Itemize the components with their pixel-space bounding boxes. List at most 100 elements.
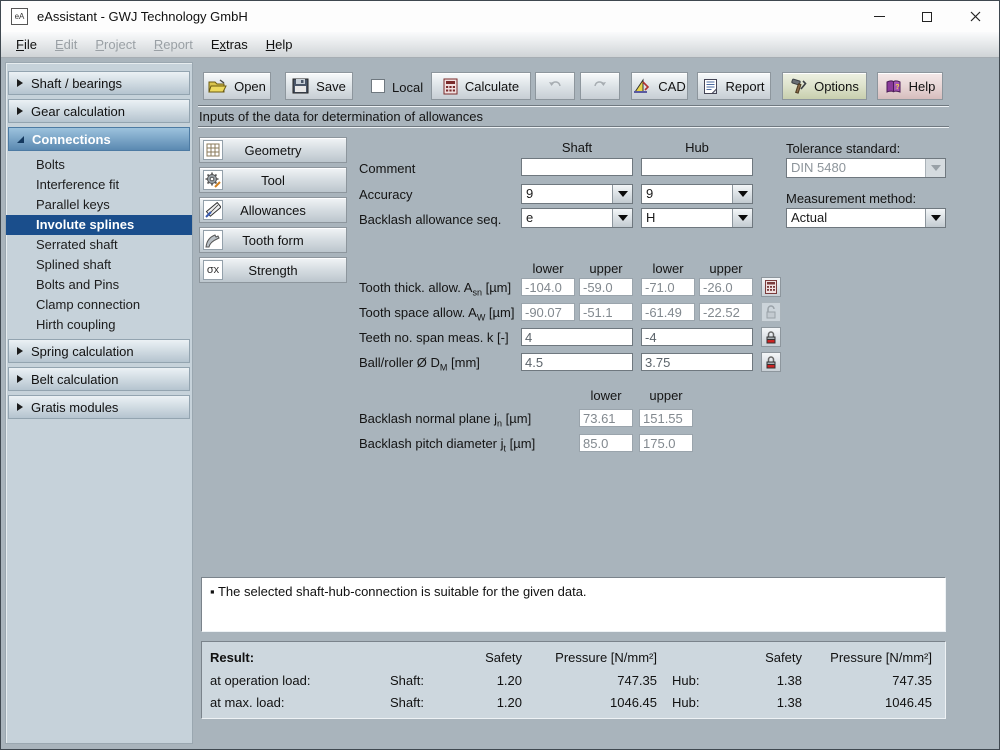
strength-sigma-icon: σx bbox=[203, 260, 223, 280]
save-button[interactable]: Save bbox=[285, 72, 353, 100]
accuracy-label: Accuracy bbox=[359, 187, 413, 202]
menu-help[interactable]: Help bbox=[257, 34, 302, 55]
ball-roller-hub-field[interactable] bbox=[641, 353, 753, 371]
measurement-method-select[interactable]: Actual bbox=[786, 208, 946, 228]
sidebar-item-interference-fit[interactable]: Interference fit bbox=[6, 175, 192, 195]
result-shaft-label: Shaft: bbox=[390, 673, 424, 688]
divider bbox=[198, 105, 949, 107]
result-title: Result: bbox=[210, 650, 255, 665]
sidebar-item-serrated-shaft[interactable]: Serrated shaft bbox=[6, 235, 192, 255]
tooth-space-unlocked-button[interactable] bbox=[761, 302, 781, 322]
maximize-icon bbox=[922, 11, 932, 22]
calculate-button[interactable]: Calculate bbox=[431, 72, 531, 100]
sidebar-item-splined-shaft[interactable]: Splined shaft bbox=[6, 255, 192, 275]
accuracy-shaft-select[interactable]: 9 bbox=[521, 184, 633, 204]
app-window: eA eAssistant - GWJ Technology GmbH File… bbox=[0, 0, 1000, 750]
safety-header-shaft: Safety bbox=[485, 650, 522, 665]
result-hub-label: Hub: bbox=[672, 673, 700, 688]
tooth-space-lower-hub-field bbox=[641, 303, 695, 321]
tooth-space-allow-label: Tooth space allow. AW [µm] bbox=[359, 305, 515, 323]
teeth-span-shaft-field[interactable] bbox=[521, 328, 633, 346]
measurement-method-label: Measurement method: bbox=[786, 191, 917, 206]
comment-hub-input[interactable] bbox=[641, 158, 753, 176]
strength-button[interactable]: σx Strength bbox=[199, 257, 347, 283]
chevron-down-icon bbox=[925, 209, 945, 227]
chevron-down-icon bbox=[612, 209, 632, 227]
tool-button[interactable]: Tool bbox=[199, 167, 347, 193]
backlash-pitch-diameter-label: Backlash pitch diameter jt [µm] bbox=[359, 436, 536, 454]
report-document-icon bbox=[704, 78, 718, 94]
teeth-span-hub-field[interactable] bbox=[641, 328, 753, 346]
tolerance-standard-select: DIN 5480 bbox=[786, 158, 946, 178]
sidebar-item-parallel-keys[interactable]: Parallel keys bbox=[6, 195, 192, 215]
calculator-icon bbox=[443, 78, 458, 94]
sidebar-item-bolts[interactable]: Bolts bbox=[6, 155, 192, 175]
local-checkbox-label: Local bbox=[392, 80, 424, 95]
accuracy-hub-select[interactable]: 9 bbox=[641, 184, 753, 204]
local-checkbox[interactable] bbox=[371, 79, 385, 93]
lock-closed-icon bbox=[766, 356, 776, 369]
sidebar-item-clamp-connection[interactable]: Clamp connection bbox=[6, 295, 192, 315]
backlash-pitch-lower-field bbox=[579, 434, 633, 452]
title-bar: eA eAssistant - GWJ Technology GmbH bbox=[1, 1, 999, 32]
result-safety-value: 1.38 bbox=[776, 673, 802, 688]
ball-roller-locked-button[interactable] bbox=[761, 352, 781, 372]
tool-gear-icon bbox=[203, 170, 223, 190]
menu-project: Project bbox=[95, 37, 136, 52]
options-button[interactable]: Options bbox=[782, 72, 867, 100]
open-button[interactable]: Open bbox=[203, 72, 271, 100]
cad-button[interactable]: CAD bbox=[631, 72, 688, 100]
menu-bar: File Edit Project Report Extras Help bbox=[1, 32, 999, 58]
tooth-thick-calculator-button[interactable] bbox=[761, 277, 781, 297]
lock-closed-icon bbox=[766, 331, 776, 344]
save-floppy-icon bbox=[292, 78, 309, 94]
tooth-form-button[interactable]: Tooth form bbox=[199, 227, 347, 253]
sidebar-item-bolts-and-pins[interactable]: Bolts and Pins bbox=[6, 275, 192, 295]
teeth-span-label: Teeth no. span meas. k [-] bbox=[359, 330, 509, 345]
sidebar-section-gear-calculation[interactable]: Gear calculation bbox=[8, 99, 190, 123]
allow-header-lower-shaft: lower bbox=[532, 261, 564, 276]
tooth-thick-allow-label: Tooth thick. allow. Asn [µm] bbox=[359, 280, 512, 298]
sidebar-section-connections[interactable]: Connections bbox=[8, 127, 190, 151]
report-button[interactable]: Report bbox=[697, 72, 771, 100]
comment-shaft-input[interactable] bbox=[521, 158, 633, 176]
minimize-button[interactable] bbox=[861, 5, 897, 28]
sidebar-section-shaft-bearings[interactable]: Shaft / bearings bbox=[8, 71, 190, 95]
pressure-header-hub: Pressure [N/mm²] bbox=[830, 650, 932, 665]
chevron-right-icon bbox=[17, 375, 23, 383]
backlash-normal-upper-field bbox=[639, 409, 693, 427]
chevron-down-icon bbox=[732, 185, 752, 203]
result-row-label: at max. load: bbox=[210, 695, 285, 710]
app-icon: eA bbox=[11, 8, 28, 25]
sidebar-section-belt-calculation[interactable]: Belt calculation bbox=[8, 367, 190, 391]
geometry-button[interactable]: Geometry bbox=[199, 137, 347, 163]
sidebar-item-hirth-coupling[interactable]: Hirth coupling bbox=[6, 315, 192, 335]
backlash-seq-shaft-select[interactable]: e bbox=[521, 208, 633, 228]
backlash-seq-hub-select[interactable]: H bbox=[641, 208, 753, 228]
sidebar-section-spring-calculation[interactable]: Spring calculation bbox=[8, 339, 190, 363]
lock-open-icon bbox=[766, 305, 776, 319]
maximize-button[interactable] bbox=[909, 5, 945, 28]
chevron-down-icon bbox=[732, 209, 752, 227]
sidebar-item-involute-splines[interactable]: Involute splines bbox=[6, 215, 192, 235]
status-message: The selected shaft-hub-connection is sui… bbox=[214, 584, 587, 599]
chevron-expanded-icon bbox=[17, 135, 24, 143]
allow-header-lower-hub: lower bbox=[652, 261, 684, 276]
open-folder-icon bbox=[208, 78, 227, 92]
chevron-down-icon bbox=[612, 185, 632, 203]
tooth-form-icon bbox=[203, 230, 223, 250]
tooth-thick-lower-shaft-field bbox=[521, 278, 575, 296]
allowances-button[interactable]: Allowances bbox=[199, 197, 347, 223]
teeth-span-locked-button[interactable] bbox=[761, 327, 781, 347]
sidebar-section-gratis-modules[interactable]: Gratis modules bbox=[8, 395, 190, 419]
result-pressure-value: 747.35 bbox=[617, 673, 657, 688]
menu-file[interactable]: File bbox=[7, 34, 46, 55]
calculator-icon bbox=[765, 280, 777, 294]
options-tools-icon bbox=[791, 78, 807, 94]
result-pressure-value: 1046.45 bbox=[610, 695, 657, 710]
close-button[interactable] bbox=[957, 5, 993, 28]
result-safety-value: 1.38 bbox=[776, 695, 802, 710]
ball-roller-shaft-field[interactable] bbox=[521, 353, 633, 371]
help-button[interactable]: ? Help bbox=[877, 72, 943, 100]
menu-extras[interactable]: Extras bbox=[202, 34, 257, 55]
